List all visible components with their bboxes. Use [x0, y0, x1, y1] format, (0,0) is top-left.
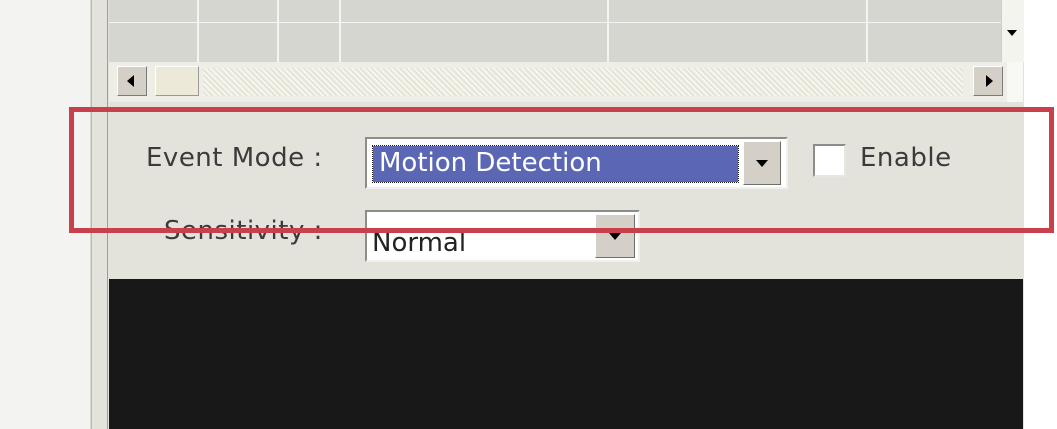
grid-column-divider: [277, 0, 279, 62]
highlight-annotation-box: [69, 107, 1054, 233]
grid-column-divider: [197, 0, 199, 62]
scroll-left-button[interactable]: [117, 66, 147, 96]
scrollbar-thumb[interactable]: [155, 66, 199, 96]
grid-column-divider: [339, 0, 341, 62]
video-preview-area: [109, 279, 1023, 429]
horizontal-scrollbar[interactable]: [109, 62, 1023, 102]
arrow-right-icon: [986, 75, 993, 87]
arrow-left-icon: [127, 75, 134, 87]
grid-column-divider: [607, 0, 609, 62]
scroll-right-button[interactable]: [973, 66, 1003, 96]
scrollbar-corner: [1007, 62, 1023, 102]
scrollbar-track[interactable]: [203, 68, 963, 96]
event-list-grid[interactable]: [109, 0, 1001, 63]
grid-column-divider: [866, 0, 868, 62]
chevron-down-icon: [609, 233, 621, 240]
arrow-down-icon[interactable]: [1007, 30, 1017, 36]
